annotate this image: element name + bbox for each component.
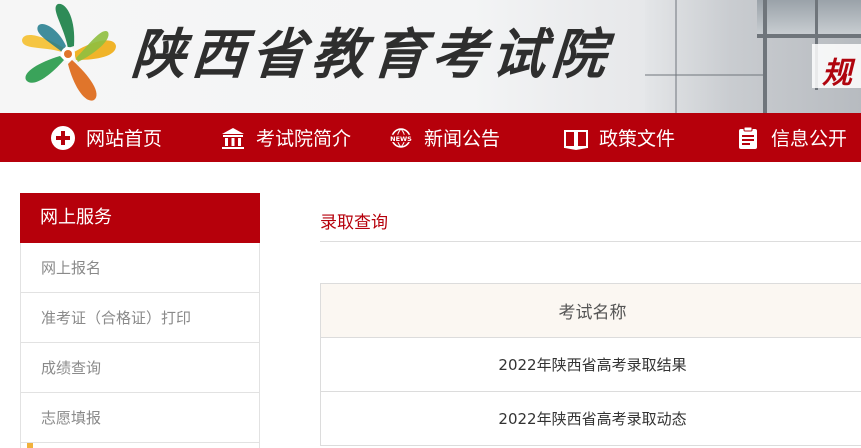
exam-link[interactable]: 2022年陕西省高考录取结果 [320, 337, 861, 392]
news-icon: NEWS [388, 125, 414, 151]
sidebar-item-application-filling[interactable]: 志愿填报 [20, 393, 260, 443]
sidebar-item-admission-ticket-print[interactable]: 准考证（合格证）打印 [20, 293, 260, 343]
header-banner: 陕西省教育考试院 规 [0, 0, 861, 113]
nav-label: 新闻公告 [424, 128, 501, 150]
site-title: 陕西省教育考试院 [129, 22, 614, 86]
exam-link[interactable]: 2022年陕西省高考录取动态 [320, 391, 861, 446]
building-icon [220, 125, 246, 151]
site-logo[interactable] [18, 2, 118, 106]
sidebar-item-score-query[interactable]: 成绩查询 [20, 343, 260, 393]
nav-news[interactable]: NEWS 新闻公告 [388, 113, 500, 162]
column-header-exam-name: 考试名称 [320, 283, 861, 338]
title-divider [320, 241, 861, 242]
exam-results-table: 考试名称 2022年陕西省高考录取结果 2022年陕西省高考录取动态 [320, 283, 861, 446]
nav-label: 信息公开 [771, 128, 848, 150]
nav-home[interactable]: 网站首页 [50, 113, 162, 162]
active-indicator [27, 443, 33, 448]
nav-policy[interactable]: 政策文件 [563, 113, 675, 162]
sidebar: 网上服务 网上报名 准考证（合格证）打印 成绩查询 志愿填报 [20, 193, 260, 448]
svg-text:NEWS: NEWS [390, 134, 412, 142]
document-list-icon [735, 125, 761, 151]
page-title: 录取查询 [320, 213, 388, 233]
nav-label: 考试院简介 [256, 128, 352, 150]
table-row[interactable]: 2022年陕西省高考录取动态 [320, 391, 861, 446]
sidebar-item-online-registration[interactable]: 网上报名 [20, 243, 260, 293]
home-plus-icon [50, 125, 76, 151]
nav-about[interactable]: 考试院简介 [220, 113, 351, 162]
banner-slogan: 规 [822, 56, 852, 91]
sidebar-item-next[interactable] [20, 443, 260, 448]
nav-label: 政策文件 [599, 128, 676, 150]
nav-info[interactable]: 信息公开 [735, 113, 847, 162]
book-icon [563, 125, 589, 151]
main-nav: 网站首页 考试院简介 NEWS 新闻公告 政策文件 信息公开 [0, 113, 861, 162]
table-row[interactable]: 2022年陕西省高考录取结果 [320, 337, 861, 392]
nav-label: 网站首页 [86, 128, 163, 150]
sidebar-title: 网上服务 [20, 193, 260, 243]
